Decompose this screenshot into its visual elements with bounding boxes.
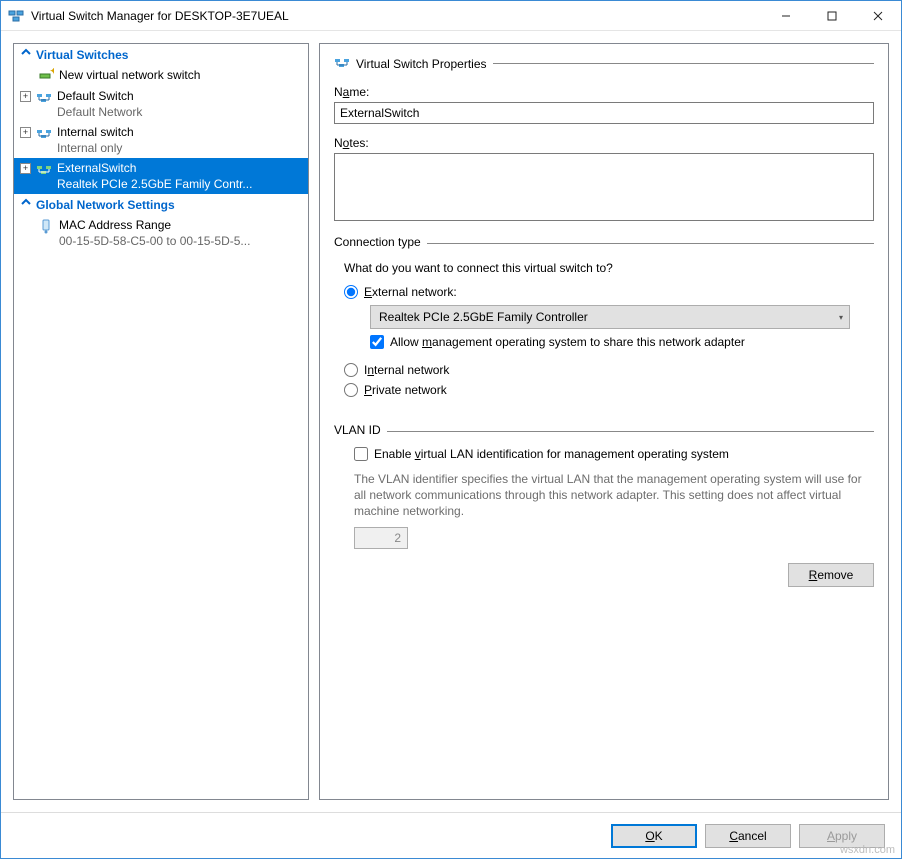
- close-button[interactable]: [855, 1, 901, 30]
- expand-icon[interactable]: +: [20, 91, 31, 102]
- mac-range-icon: [38, 218, 54, 234]
- minimize-button[interactable]: [763, 1, 809, 30]
- allow-mgmt-checkbox[interactable]: Allow management operating system to sha…: [370, 335, 872, 349]
- notes-textarea[interactable]: [334, 153, 874, 221]
- maximize-button[interactable]: [809, 1, 855, 30]
- vlan-section: VLAN ID: [334, 423, 874, 437]
- expand-icon[interactable]: +: [20, 127, 31, 138]
- group-title: Virtual Switch Properties: [356, 57, 487, 71]
- chevron-down-icon: ▾: [839, 313, 843, 322]
- expand-icon[interactable]: +: [20, 163, 31, 174]
- adapter-dropdown[interactable]: Realtek PCIe 2.5GbE Family Controller ▾: [370, 305, 850, 329]
- tree-header-switches[interactable]: Virtual Switches: [14, 44, 308, 65]
- notes-label: Notes:: [334, 136, 874, 150]
- tree-item-default-switch[interactable]: + Default Switch Default Network: [14, 86, 308, 122]
- tree-item-mac-range[interactable]: MAC Address Range 00-15-5D-58-C5-00 to 0…: [14, 215, 308, 251]
- vlan-id-input: [354, 527, 408, 549]
- tree-item-internal-switch[interactable]: + Internal switch Internal only: [14, 122, 308, 158]
- private-network-radio[interactable]: Private network: [344, 383, 872, 397]
- vlan-info-text: The VLAN identifier specifies the virtua…: [354, 471, 872, 519]
- connection-type-section: Connection type: [334, 235, 874, 249]
- name-input[interactable]: [334, 102, 874, 124]
- collapse-icon: [20, 196, 32, 211]
- navigation-tree[interactable]: Virtual Switches ✦ New virtual network s…: [13, 43, 309, 800]
- dialog-footer: OK Cancel Apply: [1, 812, 901, 858]
- switch-icon: [334, 54, 350, 73]
- tree-item-new-switch[interactable]: ✦ New virtual network switch: [14, 65, 308, 86]
- ok-button[interactable]: OK: [611, 824, 697, 848]
- switch-icon: [36, 161, 52, 177]
- external-network-radio[interactable]: External network:: [344, 285, 872, 299]
- svg-text:✦: ✦: [49, 68, 54, 78]
- tree-item-external-switch[interactable]: + ExternalSwitch Realtek PCIe 2.5GbE Fam…: [14, 158, 308, 194]
- window-title: Virtual Switch Manager for DESKTOP-3E7UE…: [31, 9, 763, 23]
- name-label: Name:: [334, 85, 874, 99]
- app-icon: [8, 8, 24, 24]
- tree-header-global[interactable]: Global Network Settings: [14, 194, 308, 215]
- titlebar: Virtual Switch Manager for DESKTOP-3E7UE…: [1, 1, 901, 31]
- apply-button: Apply: [799, 824, 885, 848]
- internal-network-radio[interactable]: Internal network: [344, 363, 872, 377]
- remove-button[interactable]: Remove: [788, 563, 874, 587]
- cancel-button[interactable]: Cancel: [705, 824, 791, 848]
- new-switch-icon: ✦: [38, 68, 54, 84]
- collapse-icon: [20, 46, 32, 61]
- switch-icon: [36, 89, 52, 105]
- switch-icon: [36, 125, 52, 141]
- enable-vlan-checkbox[interactable]: Enable virtual LAN identification for ma…: [354, 447, 872, 461]
- connection-prompt: What do you want to connect this virtual…: [344, 261, 872, 275]
- properties-panel: Virtual Switch Properties Name: Notes: C…: [319, 43, 889, 800]
